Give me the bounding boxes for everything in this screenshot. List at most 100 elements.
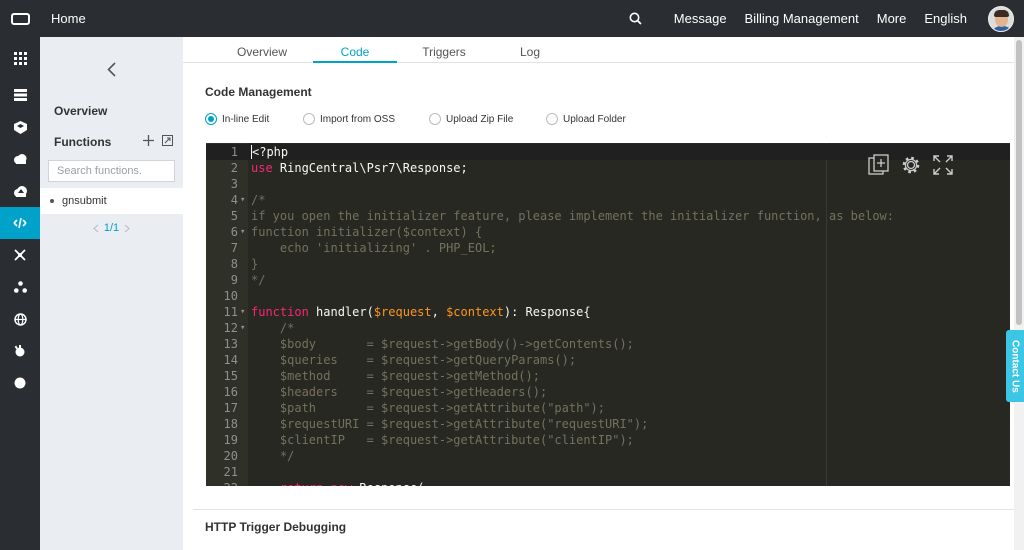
code-text: $requestURI = $request->getAttribute("re… xyxy=(251,417,649,431)
code-text: */ xyxy=(251,273,266,287)
function-search-box[interactable] xyxy=(48,160,175,182)
tab-log[interactable]: Log xyxy=(493,37,567,63)
radio-circle xyxy=(303,113,315,125)
cloud-icon[interactable] xyxy=(0,143,40,175)
code-line: 13 $body = $request->getBody()->getConte… xyxy=(223,337,634,351)
fold-arrow-icon[interactable]: ▾ xyxy=(240,320,245,336)
console-logo-icon[interactable] xyxy=(0,0,40,37)
code-line: 16 $headers = $request->getHeaders(); xyxy=(223,385,548,399)
code-text: */ xyxy=(251,449,295,463)
globe-icon[interactable] xyxy=(0,303,40,335)
code-line: 20 */ xyxy=(223,449,295,463)
gear-icon[interactable] xyxy=(900,154,922,176)
search-icon[interactable] xyxy=(621,12,651,25)
code-management-title: Code Management xyxy=(205,85,312,99)
http-trigger-debugging-title[interactable]: HTTP Trigger Debugging xyxy=(205,520,346,534)
page-scrollbar[interactable] xyxy=(1014,37,1024,550)
avatar[interactable] xyxy=(988,5,1014,32)
top-bar: Home Message Billing Management More Eng… xyxy=(0,0,1024,37)
code-line: 18 $requestURI = $request->getAttribute(… xyxy=(223,417,649,431)
code-text: if you open the initializer feature, ple… xyxy=(251,209,894,223)
server-icon[interactable] xyxy=(0,79,40,111)
add-function-icon[interactable] xyxy=(143,135,154,149)
radio-label: In-line Edit xyxy=(222,113,270,125)
prev-page-icon[interactable] xyxy=(93,224,99,233)
function-name: gnsubmit xyxy=(62,195,107,207)
tab-overview[interactable]: Overview xyxy=(219,37,305,63)
code-line: 14 $queries = $request->getQueryParams()… xyxy=(223,353,577,367)
section-divider xyxy=(193,509,1016,510)
back-button[interactable] xyxy=(40,37,183,102)
code-line: 6 ▾ function initializer($context) { xyxy=(230,224,483,240)
language-selector[interactable]: English xyxy=(924,11,967,26)
new-file-icon[interactable] xyxy=(868,154,890,176)
next-page-icon[interactable] xyxy=(124,224,130,233)
code-text: use RingCentral\Psr7\Response; xyxy=(251,161,468,175)
code-line: 12 ▾ /* xyxy=(223,320,295,336)
network-icon[interactable] xyxy=(0,239,40,271)
code-line: 19 $clientIP = $request->getAttribute("c… xyxy=(223,433,634,447)
code-line: 9 */ xyxy=(230,273,266,287)
cluster-icon[interactable] xyxy=(0,271,40,303)
code-text: $method = $request->getMethod(); xyxy=(251,369,540,383)
code-text: function initializer($context) { xyxy=(251,225,483,239)
code-line: 3 xyxy=(230,177,238,191)
code-text: return new Response( xyxy=(251,480,425,486)
radio-import-oss[interactable]: Import from OSS xyxy=(303,113,395,125)
circle-icon[interactable] xyxy=(0,367,40,399)
code-text: function handler($request, $context): Re… xyxy=(251,305,591,319)
radio-upload-folder[interactable]: Upload Folder xyxy=(546,113,626,125)
scrollbar-thumb[interactable] xyxy=(1016,40,1022,325)
editor-toolbar xyxy=(868,154,954,176)
radio-label: Import from OSS xyxy=(320,113,396,125)
code-text: /* xyxy=(251,321,295,335)
radio-label: Upload Zip File xyxy=(446,113,514,125)
function-compute-icon[interactable] xyxy=(0,207,40,239)
contact-us-button[interactable]: Contact Us xyxy=(1006,330,1024,402)
overview-link[interactable]: Overview xyxy=(40,104,183,120)
function-panel: Overview Functions gnsubmit 1/1 xyxy=(40,37,183,550)
more-menu[interactable]: More xyxy=(877,11,907,26)
tab-code[interactable]: Code xyxy=(313,37,397,63)
tab-triggers[interactable]: Triggers xyxy=(404,37,484,63)
grid-menu-icon[interactable] xyxy=(0,37,40,79)
code-line: 15 $method = $request->getMethod(); xyxy=(223,369,540,383)
code-text: $body = $request->getBody()->getContents… xyxy=(251,337,634,351)
database-icon[interactable] xyxy=(0,111,40,143)
code-text: <?php xyxy=(251,145,289,159)
code-line: 10 xyxy=(223,289,238,303)
code-text: $headers = $request->getHeaders(); xyxy=(251,385,548,399)
radio-circle xyxy=(205,113,217,125)
code-text: } xyxy=(251,257,259,271)
radio-circle xyxy=(546,113,558,125)
message-link[interactable]: Message xyxy=(674,11,727,26)
code-line: 17 $path = $request->getAttribute("path"… xyxy=(223,401,606,415)
code-line: 11 ▾ function handler($request, $context):… xyxy=(223,304,591,320)
list-item[interactable]: gnsubmit xyxy=(40,188,183,214)
chevron-left-icon xyxy=(107,62,116,77)
code-text: $path = $request->getAttribute("path"); xyxy=(251,401,606,415)
fullscreen-icon[interactable] xyxy=(932,154,954,176)
code-line: 8} xyxy=(230,257,259,271)
product-rail xyxy=(0,37,40,550)
billing-management-link[interactable]: Billing Management xyxy=(745,11,859,26)
function-search-input[interactable] xyxy=(57,165,167,177)
code-line: 5 if you open the initializer feature, pl… xyxy=(230,209,894,223)
code-line: 4 ▾/* xyxy=(230,192,266,208)
home-link[interactable]: Home xyxy=(51,11,86,26)
main-content: Overview Code Triggers Log Code Manageme… xyxy=(183,37,1024,550)
code-line: 21 xyxy=(223,465,238,479)
cloud-upload-icon[interactable] xyxy=(0,175,40,207)
radio-circle xyxy=(429,113,441,125)
fold-arrow-icon[interactable]: ▾ xyxy=(240,192,245,208)
bullet-icon xyxy=(50,199,54,203)
radio-inline-edit[interactable]: In-line Edit xyxy=(205,113,269,125)
code-editor[interactable]: 1 <?php 2 use RingCentral\Psr7\Response; 3 4 ▾… xyxy=(206,143,1010,486)
functions-title: Functions xyxy=(54,135,112,149)
code-line: 7 echo 'initializing' . PHP_EOL; xyxy=(230,241,497,255)
radio-upload-zip[interactable]: Upload Zip File xyxy=(429,113,513,125)
fold-arrow-icon[interactable]: ▾ xyxy=(240,304,245,320)
fold-arrow-icon[interactable]: ▾ xyxy=(240,224,245,240)
tools-icon[interactable] xyxy=(0,335,40,367)
export-icon[interactable] xyxy=(162,135,173,149)
